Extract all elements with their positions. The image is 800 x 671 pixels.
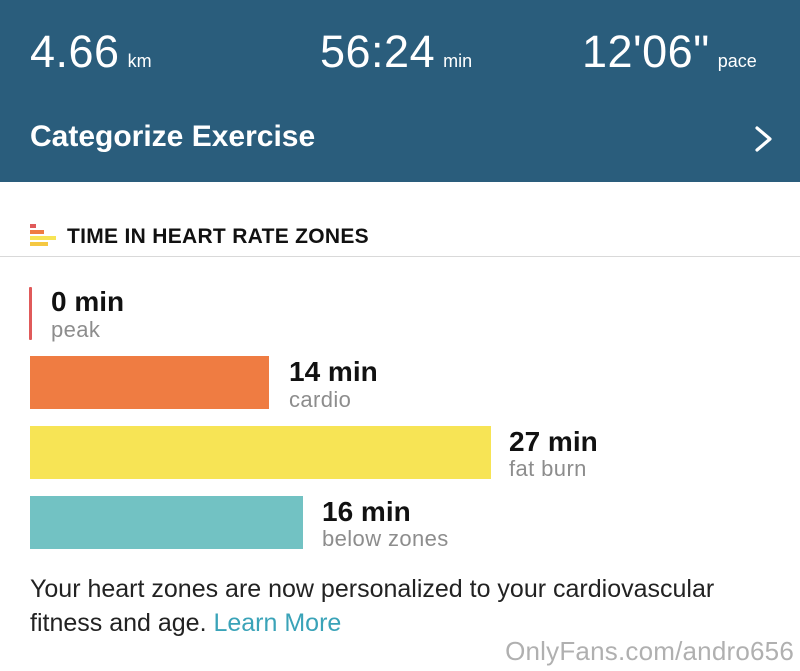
heart-rate-zones-icon [30,224,56,246]
distance-stat: 4.66 km [30,26,152,78]
duration-unit: min [443,51,473,71]
watermark: OnlyFans.com/andro656 [505,636,794,666]
note-text: Your heart zones are now personalized to… [30,575,715,637]
fat-burn-zone-bar [30,426,491,479]
heart-rate-zones-section-header: TIME IN HEART RATE ZONES [0,215,800,257]
cardio-zone-label: cardio [289,387,352,412]
workout-summary-header: 4.66 km 56:24 min 12'06" pace Categorize… [0,0,800,182]
distance-value: 4.66 [30,26,120,77]
duration-value: 56:24 [320,26,436,77]
personalized-zones-note: Your heart zones are now personalized to… [30,572,770,640]
fat-burn-zone-value: 27 min [509,426,598,457]
pace-value: 12'06" [582,26,710,77]
below-zones-bar [30,496,303,549]
pace-stat: 12'06" pace [582,26,757,78]
cardio-zone-value: 14 min [289,356,378,387]
peak-zone-value: 0 min [51,286,125,317]
learn-more-link[interactable]: Learn More [213,609,341,637]
fat-burn-zone-label: fat burn [509,456,587,481]
below-zones-label: below zones [322,526,449,551]
below-zones-value: 16 min [322,496,411,527]
distance-unit: km [127,51,152,71]
chevron-right-icon [755,126,772,152]
pace-unit: pace [717,51,757,71]
peak-zone-label: peak [51,317,101,342]
cardio-zone-bar [30,356,269,409]
peak-zone-indicator [29,287,32,340]
categorize-exercise-row[interactable]: Categorize Exercise [0,110,800,170]
zones-section-title: TIME IN HEART RATE ZONES [67,225,369,248]
categorize-exercise-label: Categorize Exercise [30,120,316,153]
duration-stat: 56:24 min [320,26,472,78]
